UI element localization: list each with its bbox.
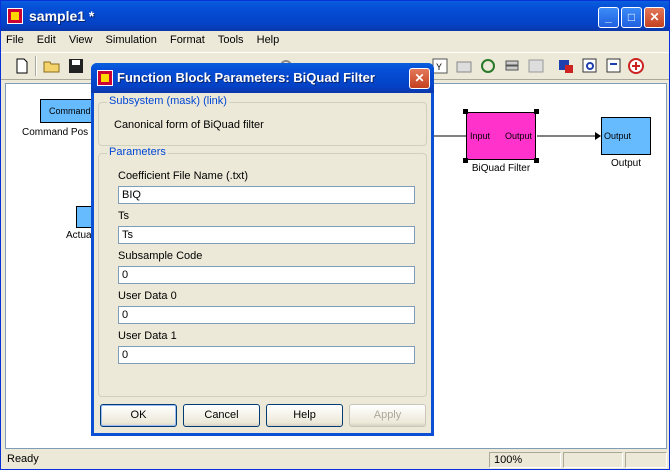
actual-block-label: Actua [66,230,92,241]
menu-edit[interactable]: Edit [32,31,61,46]
selection-handle[interactable] [534,109,539,114]
user-data-1-label: User Data 1 [118,330,177,342]
subsample-code-label: Subsample Code [118,250,203,262]
title-bar[interactable]: sample1 * _ □ ✕ [1,1,669,31]
biquad-input-port-label: Input [470,131,491,141]
status-cell [625,452,667,468]
parameters-legend: Parameters [107,146,168,158]
report-icon[interactable] [605,57,623,75]
refresh-icon[interactable] [479,57,497,75]
minimize-button[interactable]: _ [598,7,619,28]
menu-tools[interactable]: Tools [213,31,249,46]
user-data-0-label: User Data 0 [118,290,177,302]
maximize-button[interactable]: □ [621,7,642,28]
output-port-block[interactable]: Output [601,117,651,155]
ok-button[interactable]: OK [100,404,177,427]
coefficient-file-input[interactable]: BIQ [118,186,415,204]
ts-label: Ts [118,210,129,222]
open-folder-icon[interactable] [43,57,61,75]
subsample-code-input[interactable]: 0 [118,266,415,284]
save-icon[interactable] [67,57,85,75]
dialog-title-bar[interactable]: Function Block Parameters: BiQuad Filter… [91,63,434,93]
user-data-1-input[interactable]: 0 [118,346,415,364]
biquad-filter-block[interactable]: Input Output [466,112,536,160]
dialog-close-button[interactable]: ✕ [409,68,430,89]
output-port-label: Output [610,158,642,169]
help-button[interactable]: Help [266,404,343,427]
window-title: sample1 * [29,8,95,24]
user-data-0-input[interactable]: 0 [118,306,415,324]
selection-handle[interactable] [534,158,539,163]
fixed-point-icon[interactable] [627,57,645,75]
command-block[interactable]: Command [40,99,96,123]
coefficient-file-label: Coefficient File Name (.txt) [118,170,249,182]
debugger-icon[interactable] [557,57,575,75]
apply-button[interactable]: Apply [349,404,426,427]
stack-icon[interactable] [503,57,521,75]
selection-handle[interactable] [463,109,468,114]
function-block-parameters-dialog: Function Block Parameters: BiQuad Filter… [91,63,434,436]
simulink-dialog-icon [97,70,113,86]
menu-format[interactable]: Format [165,31,210,46]
cancel-button[interactable]: Cancel [183,404,260,427]
find-icon[interactable] [581,57,599,75]
menu-view[interactable]: View [64,31,98,46]
menu-simulation[interactable]: Simulation [101,31,162,46]
simulink-app-icon[interactable] [7,8,23,24]
dialog-title: Function Block Parameters: BiQuad Filter [117,70,375,85]
biquad-filter-label: BiQuad Filter [471,163,531,174]
parameters-group: Parameters Coefficient File Name (.txt) … [98,146,427,397]
svg-text:Y: Y [436,62,442,72]
block-description: Canonical form of BiQuad filter [114,119,264,131]
toolbar-separator [35,56,37,76]
biquad-output-port-label: Output [504,131,532,141]
zoom-level: 100% [489,452,561,468]
command-block-text: Command [49,106,91,116]
status-text: Ready [7,453,39,465]
command-block-label: Command Pos [22,127,89,138]
grid-icon[interactable] [527,57,545,75]
status-bar: Ready 100% [1,450,669,469]
menu-file[interactable]: File [1,31,29,46]
status-cell [563,452,623,468]
menu-help[interactable]: Help [252,31,285,46]
close-button[interactable]: ✕ [644,7,665,28]
menu-bar: File Edit View Simulation Format Tools H… [1,31,669,50]
subsystem-legend: Subsystem (mask) (link) [107,95,229,107]
ts-input[interactable]: Ts [118,226,415,244]
model-explorer-icon[interactable] [455,57,473,75]
output-port-text: Output [604,131,632,141]
output-signal-line[interactable] [537,130,603,142]
subsystem-group: Subsystem (mask) (link) Canonical form o… [98,95,427,146]
new-file-icon[interactable] [13,57,31,75]
